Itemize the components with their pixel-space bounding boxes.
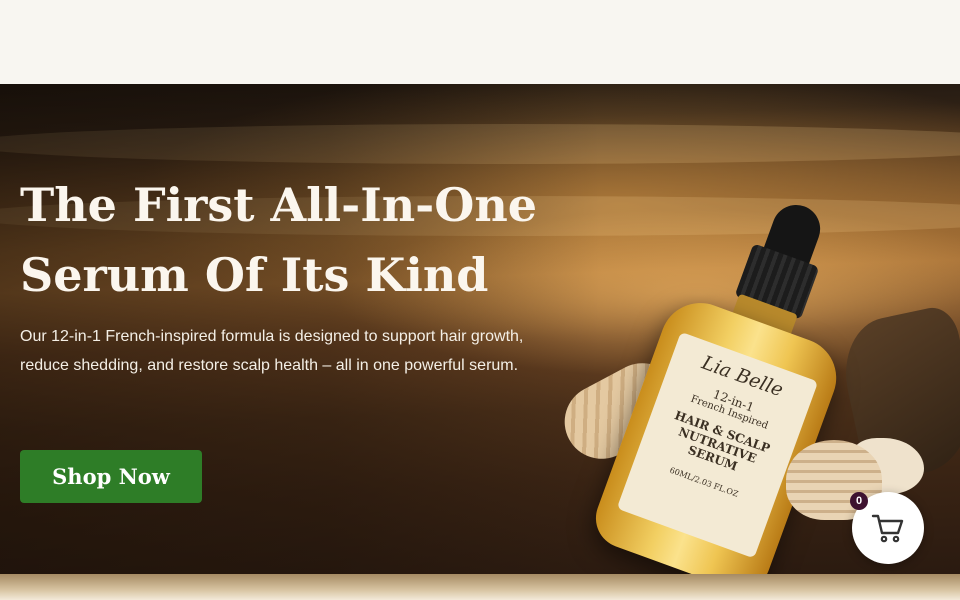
shopping-cart-icon [871, 514, 904, 543]
hero-description: Our 12-in-1 French-inspired formula is d… [20, 328, 524, 374]
section-divider [0, 574, 960, 600]
hero-title: The First All-In-One Serum Of Its Kind [20, 170, 560, 310]
hero-banner: Lia Belle 12-in-1 French Inspired HAIR &… [0, 84, 960, 574]
hero-title-line: The First All-In-One [20, 178, 538, 232]
site-header [0, 0, 960, 84]
cart-count-badge: 0 [850, 492, 868, 510]
shop-now-button[interactable]: Shop Now [20, 450, 202, 503]
hero-title-line: Serum Of Its Kind [20, 248, 489, 302]
